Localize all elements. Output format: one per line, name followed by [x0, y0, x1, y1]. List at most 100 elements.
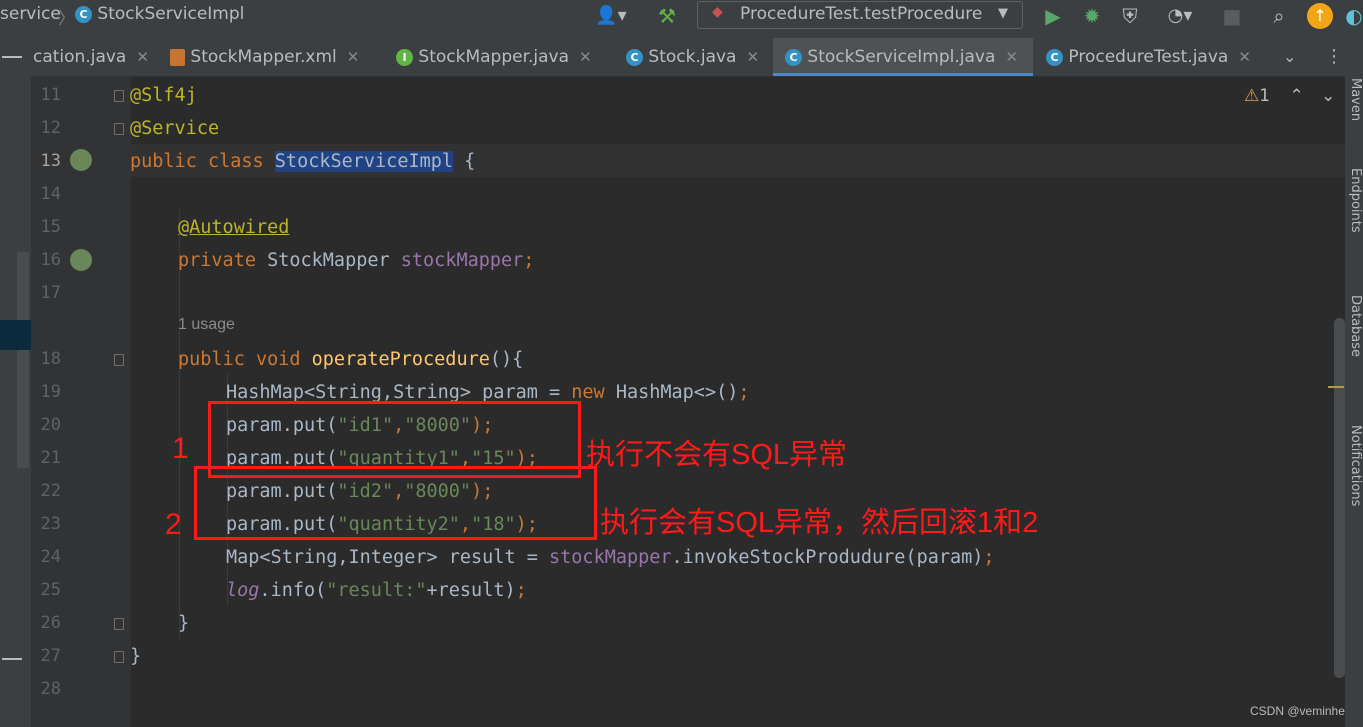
- code-token: }: [130, 646, 142, 667]
- fold-icon[interactable]: [114, 618, 124, 630]
- chevron-up-icon[interactable]: ⌃: [1289, 86, 1303, 106]
- close-icon[interactable]: ✕: [1005, 48, 1018, 66]
- tool-window-maven[interactable]: Maven: [1348, 78, 1363, 128]
- run-configuration-select[interactable]: ◆ ProcedureTest.testProcedure ▼: [697, 1, 1023, 29]
- minimize-icon[interactable]: [2, 658, 22, 660]
- run-configuration-label: ProcedureTest.testProcedure: [740, 4, 983, 24]
- chevron-down-icon[interactable]: ⌄: [1321, 86, 1335, 106]
- run-icon[interactable]: ▶: [1040, 3, 1066, 29]
- spring-bean-icon[interactable]: [70, 149, 92, 171]
- update-icon[interactable]: ↑: [1307, 3, 1333, 29]
- breadcrumb-class-label: StockServiceImpl: [97, 4, 245, 24]
- tab-label: cation.java: [33, 47, 127, 67]
- code-token: ;: [738, 382, 750, 403]
- code-line-12[interactable]: @Service: [130, 117, 219, 141]
- code-line-27[interactable]: }: [130, 645, 141, 669]
- tab-label: StockMapper.java: [418, 47, 570, 67]
- breadcrumb-package[interactable]: service: [0, 4, 61, 24]
- annotation-token: @Slf4j: [130, 85, 197, 106]
- code-line-11[interactable]: @Slf4j: [130, 84, 197, 108]
- chevron-down-icon: ▼: [998, 6, 1008, 21]
- warning-icon: ⚠: [1244, 86, 1260, 106]
- code-token: Map<String,Integer> result =: [226, 547, 550, 568]
- line-number: 27: [40, 646, 61, 666]
- code-token: .invokeStockProdudure(param): [671, 547, 984, 568]
- line-number: 14: [40, 184, 61, 204]
- code-line-16[interactable]: private StockMapper stockMapper;: [178, 249, 534, 273]
- class-icon: C: [785, 48, 802, 66]
- line-number: 28: [40, 679, 61, 699]
- spring-autowired-icon[interactable]: [70, 249, 92, 271]
- more-icon[interactable]: ⋮: [1325, 38, 1343, 76]
- keyword-token: private: [178, 250, 268, 271]
- user-icon[interactable]: 👤▾: [591, 3, 631, 29]
- fold-icon[interactable]: [114, 651, 124, 663]
- fold-icon[interactable]: [114, 123, 124, 135]
- tab-stockmapper-xml[interactable]: StockMapper.xml ✕: [170, 38, 359, 76]
- code-token: (){: [489, 349, 524, 370]
- line-number: 11: [40, 85, 61, 105]
- close-icon[interactable]: ✕: [347, 48, 360, 66]
- minimize-icon[interactable]: [2, 56, 22, 58]
- tab-stockmapper-java[interactable]: I StockMapper.java ✕: [396, 38, 592, 76]
- tab-label: ProcedureTest.java: [1068, 47, 1229, 67]
- code-token: ;: [983, 547, 995, 568]
- keyword-token: new: [571, 382, 616, 403]
- code-line-25[interactable]: log.info("result:"+result);: [226, 579, 527, 603]
- code-token: +result): [426, 580, 516, 601]
- line-number: 19: [40, 382, 61, 402]
- line-number: 15: [40, 217, 61, 237]
- project-scrollbar[interactable]: [17, 252, 29, 468]
- editor-scrollbar[interactable]: [1334, 318, 1345, 678]
- tab-proceduretest-java[interactable]: C ProcedureTest.java ✕: [1046, 38, 1251, 76]
- profiler-icon[interactable]: ◔▾: [1157, 3, 1203, 29]
- annotation-number-2: 2: [165, 508, 182, 541]
- search-icon[interactable]: ⌕: [1266, 3, 1292, 29]
- usage-hint[interactable]: 1 usage: [178, 316, 235, 334]
- line-number: 21: [40, 448, 61, 468]
- debug-icon[interactable]: ✹: [1079, 3, 1105, 29]
- class-name-token: StockServiceImpl: [274, 151, 454, 172]
- tab-label: StockMapper.xml: [190, 47, 337, 67]
- code-token: HashMap<String,String> param =: [226, 382, 572, 403]
- close-icon[interactable]: ✕: [746, 48, 759, 66]
- field-token: stockMapper: [549, 547, 672, 568]
- code-token: ;: [515, 580, 527, 601]
- tab-stockserviceimpl-java[interactable]: C StockServiceImpl.java ✕: [773, 38, 1033, 76]
- breadcrumb-class[interactable]: C StockServiceImpl: [75, 4, 244, 24]
- close-icon[interactable]: ✕: [579, 48, 592, 66]
- breadcrumb-separator-icon: 〉: [58, 9, 75, 29]
- fold-icon[interactable]: [114, 90, 124, 102]
- chevron-down-icon[interactable]: ⌄: [1283, 38, 1296, 76]
- fold-icon[interactable]: [114, 354, 124, 366]
- stop-icon[interactable]: ■: [1220, 3, 1244, 29]
- code-token: HashMap<>(): [615, 382, 739, 403]
- tab-stock-java[interactable]: C Stock.java ✕: [626, 38, 759, 76]
- inspection-widget[interactable]: ⚠1 ⌃ ⌄: [1244, 86, 1335, 106]
- tool-window-endpoints[interactable]: Endpoints: [1348, 168, 1363, 263]
- warning-count: 1: [1259, 86, 1271, 106]
- tab-application[interactable]: cation.java ✕: [33, 38, 149, 76]
- tool-window-database[interactable]: Database: [1348, 295, 1363, 390]
- tab-label: Stock.java: [648, 47, 737, 67]
- code-line-26[interactable]: }: [178, 612, 189, 636]
- build-hammer-icon[interactable]: ⚒: [652, 3, 682, 29]
- code-token: {: [453, 151, 476, 172]
- xml-file-icon: [170, 48, 185, 66]
- code-line-18[interactable]: public void operateProcedure(){: [178, 348, 523, 372]
- warning-stripe[interactable]: [1328, 386, 1344, 388]
- code-line-24[interactable]: Map<String,Integer> result = stockMapper…: [226, 546, 995, 570]
- annotation-note-1: 执行不会有SQL异常: [586, 439, 848, 471]
- tab-label: StockServiceImpl.java: [807, 47, 996, 67]
- close-icon[interactable]: ✕: [136, 48, 149, 66]
- code-token: .info(: [259, 580, 327, 601]
- line-number: 25: [40, 580, 61, 600]
- toolbox-icon[interactable]: ◐: [1345, 3, 1363, 29]
- line-number: 17: [40, 283, 61, 303]
- code-line-13[interactable]: public class StockServiceImpl {: [130, 150, 475, 174]
- class-icon: C: [626, 48, 643, 66]
- tool-window-notifications[interactable]: Notifications: [1348, 425, 1363, 545]
- close-icon[interactable]: ✕: [1238, 48, 1251, 66]
- coverage-icon[interactable]: ⛨: [1117, 3, 1143, 29]
- code-line-15[interactable]: @Autowired: [178, 216, 289, 240]
